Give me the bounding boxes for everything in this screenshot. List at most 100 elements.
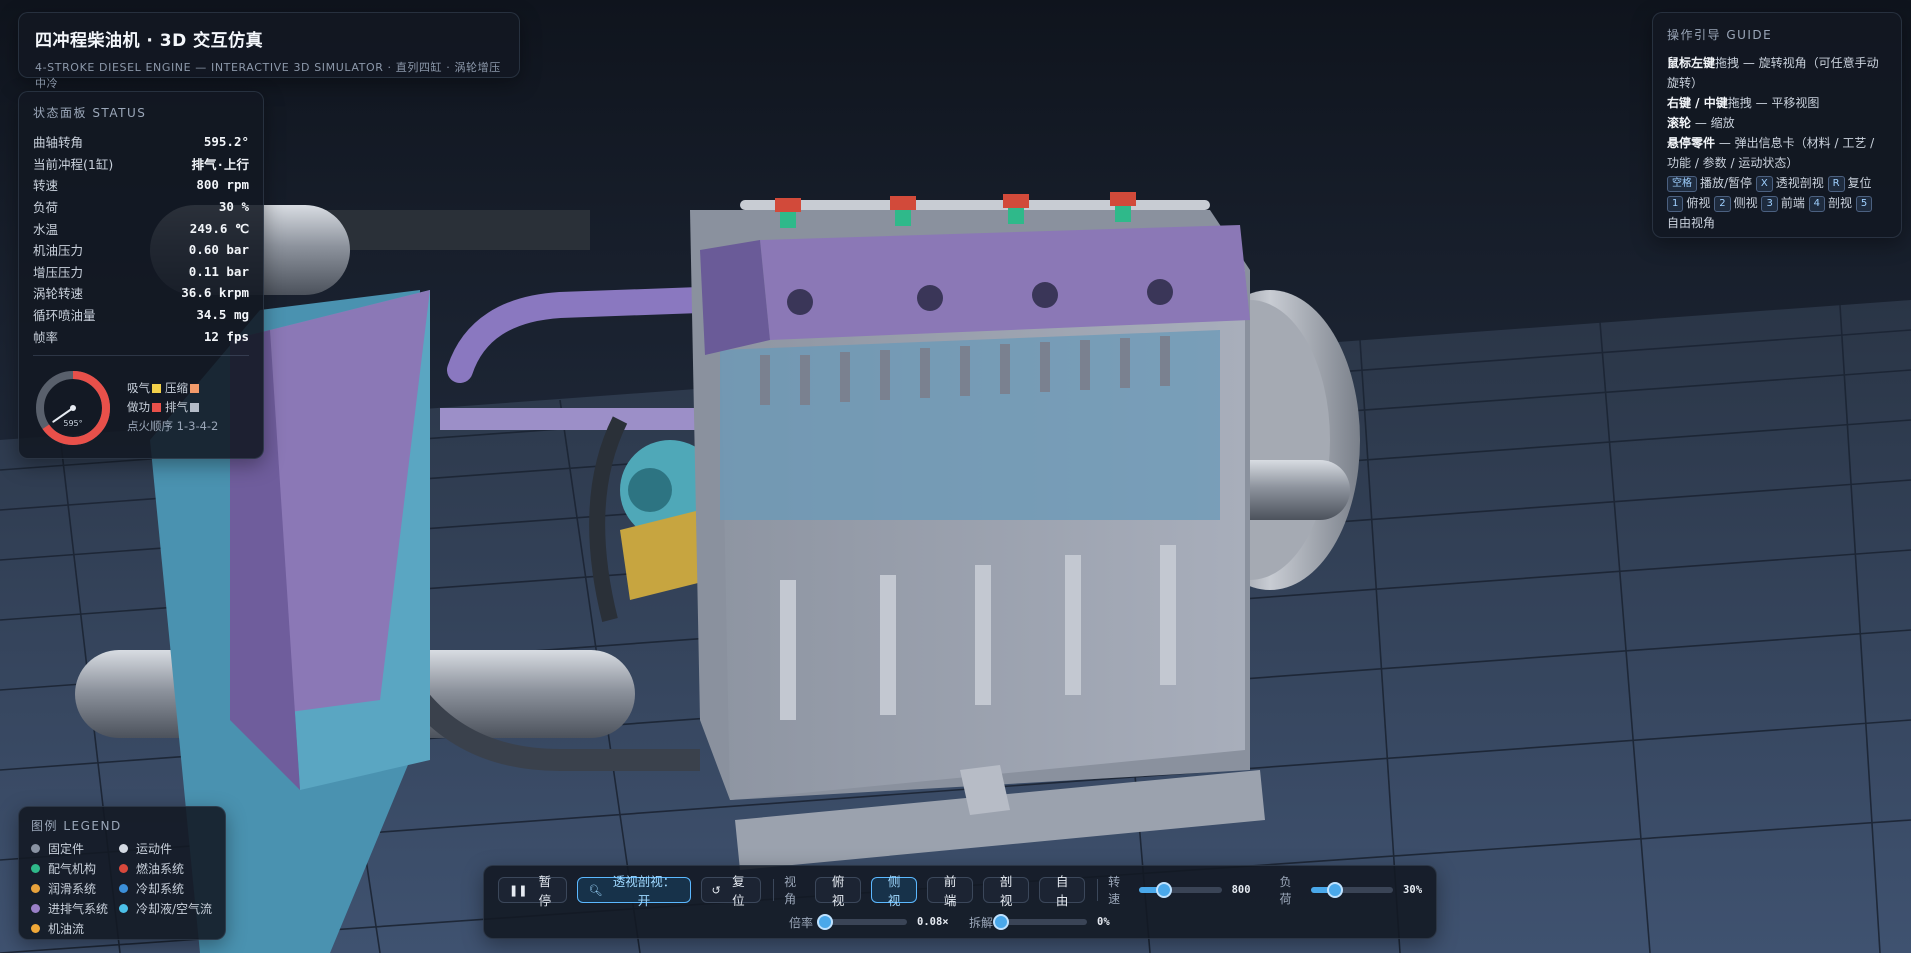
load-label: 负荷 bbox=[1279, 875, 1292, 906]
stroke-power-swatch bbox=[152, 403, 161, 413]
status-row: 涡轮转速 36.6 krpm bbox=[33, 282, 249, 304]
status-label: 转速 bbox=[33, 178, 59, 194]
status-label: 帧率 bbox=[33, 329, 59, 345]
pause-button[interactable]: ❚❚ 暂停 bbox=[498, 874, 568, 908]
status-rows: 曲轴转角 595.2° 当前冲程(1缸) 排气·上行转速 800 rpm 负荷 30 % 水温… bbox=[33, 131, 249, 347]
key-3: 3 bbox=[1761, 196, 1778, 212]
status-label: 增压压力 bbox=[33, 264, 84, 280]
speed-slider-knob[interactable] bbox=[1155, 882, 1172, 898]
view-front-button[interactable]: 前端 bbox=[927, 874, 974, 908]
firing-order: 点火顺序 1-3-4-2 bbox=[127, 419, 219, 434]
status-row: 帧率 12 fps bbox=[33, 325, 249, 347]
key-1: 1 bbox=[1667, 196, 1684, 212]
guide-line-zoom: 滚轮 — 缩放 bbox=[1667, 116, 1735, 130]
status-value: 249.6 ℃ bbox=[189, 220, 249, 236]
explode-label: 拆解 bbox=[969, 915, 994, 930]
legend-label: 冷却系统 bbox=[136, 882, 185, 896]
toolbar-divider bbox=[773, 879, 775, 901]
engine-3d-viewport[interactable] bbox=[0, 0, 1911, 953]
legend-swatch bbox=[31, 924, 40, 933]
speed-value: 800 bbox=[1231, 884, 1251, 896]
status-divider bbox=[33, 354, 249, 356]
legend-item: 冷却液/空气流 bbox=[119, 900, 219, 917]
control-toolbar: ❚❚ 暂停 🔍︎ 透视剖视：开 ↺ 复位 视角 俯视 侧视 前端 剖视 自由 转速 8… bbox=[483, 865, 1437, 939]
load-slider-knob[interactable] bbox=[1327, 882, 1344, 898]
speed-slider[interactable] bbox=[1139, 882, 1222, 898]
legend-item: 固定件 bbox=[31, 840, 119, 857]
legend-panel: 图例 LEGEND 固定件 运动件 配气机构 燃油系统 润滑系统 冷却系统 进排气系统 冷却液… bbox=[18, 806, 226, 940]
view-side-button[interactable]: 侧视 bbox=[871, 874, 918, 908]
view-top-button[interactable]: 俯视 bbox=[815, 874, 862, 908]
guide-line-rotate: 鼠标左键拖拽 — 旋转视角（可任意手动旋转） bbox=[1667, 56, 1879, 90]
guide-line-hover: 悬停零件 — 弹出信息卡（材料 / 工艺 / 功能 / 参数 / 运动状态） bbox=[1667, 136, 1875, 170]
crank-gauge-row: 595° 吸气 压缩 做功 排气 点火顺序 1-3-4-2 bbox=[33, 368, 249, 448]
legend-item: 配气机构 bbox=[31, 860, 119, 877]
status-row: 水温 249.6 ℃ bbox=[33, 217, 249, 239]
speed-label: 转速 bbox=[1108, 875, 1121, 906]
status-label: 机油压力 bbox=[33, 243, 84, 259]
explode-slider-knob[interactable] bbox=[993, 914, 1010, 930]
legend-label: 机油流 bbox=[48, 922, 85, 936]
xray-toggle-button[interactable]: 🔍︎ 透视剖视：开 bbox=[577, 874, 691, 908]
status-value: 30 % bbox=[218, 199, 249, 215]
stroke-exhaust-swatch bbox=[190, 403, 199, 413]
status-row: 当前冲程(1缸) 排气·上行 bbox=[33, 153, 249, 175]
status-row: 增压压力 0.11 bar bbox=[33, 261, 249, 283]
gauge-value-label: 595° bbox=[63, 419, 82, 428]
legend-label: 冷却液/空气流 bbox=[136, 902, 213, 916]
legend-item: 进排气系统 bbox=[31, 900, 119, 917]
app-subtitle: 4-STROKE DIESEL ENGINE — INTERACTIVE 3D … bbox=[35, 61, 501, 90]
zoom-slider-knob[interactable] bbox=[817, 914, 834, 930]
legend-item: 机油流 bbox=[31, 920, 119, 937]
status-value: 排气·上行 bbox=[191, 156, 249, 172]
guide-heading: 操作引导 GUIDE bbox=[1667, 28, 1773, 42]
stroke-compress-label: 压缩 bbox=[165, 381, 188, 396]
status-row: 负荷 30 % bbox=[33, 196, 249, 218]
legend-item: 润滑系统 bbox=[31, 880, 119, 897]
legend-label: 进排气系统 bbox=[48, 902, 109, 916]
reset-icon: ↺ bbox=[711, 883, 721, 897]
stroke-intake-swatch bbox=[152, 384, 161, 394]
status-value: 34.5 mg bbox=[196, 307, 249, 323]
load-value: 30% bbox=[1403, 884, 1423, 896]
status-row: 循环喷油量 34.5 mg bbox=[33, 304, 249, 326]
legend-swatch bbox=[31, 904, 40, 913]
reset-button[interactable]: ↺ 复位 bbox=[700, 874, 762, 908]
status-label: 负荷 bbox=[33, 200, 59, 216]
legend-swatch bbox=[119, 864, 128, 873]
status-label: 曲轴转角 bbox=[33, 135, 84, 151]
stroke-compress-swatch bbox=[190, 384, 199, 394]
load-slider[interactable] bbox=[1310, 882, 1394, 898]
key-4: 4 bbox=[1808, 196, 1826, 212]
zoom-slider[interactable] bbox=[817, 914, 908, 930]
status-value: 0.11 bar bbox=[188, 263, 249, 279]
toolbar-divider bbox=[1097, 879, 1099, 901]
view-free-button[interactable]: 自由 bbox=[1039, 874, 1086, 908]
zoom-label: 倍率 bbox=[789, 915, 814, 930]
status-value: 36.6 krpm bbox=[181, 285, 249, 301]
key-x: X bbox=[1755, 176, 1773, 192]
legend-label: 配气机构 bbox=[48, 862, 97, 876]
status-value: 0.60 bar bbox=[188, 242, 249, 258]
guide-panel: 操作引导 GUIDE 鼠标左键拖拽 — 旋转视角（可任意手动旋转） 右键 / 中… bbox=[1652, 12, 1902, 238]
explode-slider[interactable] bbox=[993, 914, 1088, 930]
legend-grid: 固定件 运动件 配气机构 燃油系统 润滑系统 冷却系统 进排气系统 冷却液/空气流 机油流 bbox=[31, 840, 213, 937]
app-title: 四冲程柴油机 · 3D 交互仿真 bbox=[35, 31, 264, 51]
key-space: 空格 bbox=[1667, 176, 1697, 192]
zoom-value: 0.08× bbox=[917, 916, 949, 928]
key-5: 5 bbox=[1855, 196, 1873, 212]
status-value: 800 rpm bbox=[196, 177, 249, 193]
explode-value: 0% bbox=[1097, 916, 1110, 928]
guide-shortcuts: 空格 播放/暂停 X 透视剖视 R 复位 1 俯视 2 侧视 3 前端 4 剖视 5自由视角 bbox=[1667, 176, 1873, 230]
legend-swatch bbox=[31, 844, 40, 853]
view-section-button[interactable]: 剖视 bbox=[983, 874, 1030, 908]
status-value: 595.2° bbox=[203, 134, 249, 150]
legend-item: 冷却系统 bbox=[119, 880, 219, 897]
title-panel: 四冲程柴油机 · 3D 交互仿真 4-STROKE DIESEL ENGINE … bbox=[18, 12, 520, 90]
legend-label: 润滑系统 bbox=[48, 882, 97, 896]
magnifier-icon: 🔍︎ bbox=[588, 883, 603, 897]
legend-item: 运动件 bbox=[119, 840, 219, 857]
stroke-exhaust-label: 排气 bbox=[165, 400, 188, 415]
view-label: 视角 bbox=[784, 875, 797, 906]
pause-icon: ❚❚ bbox=[509, 883, 528, 897]
